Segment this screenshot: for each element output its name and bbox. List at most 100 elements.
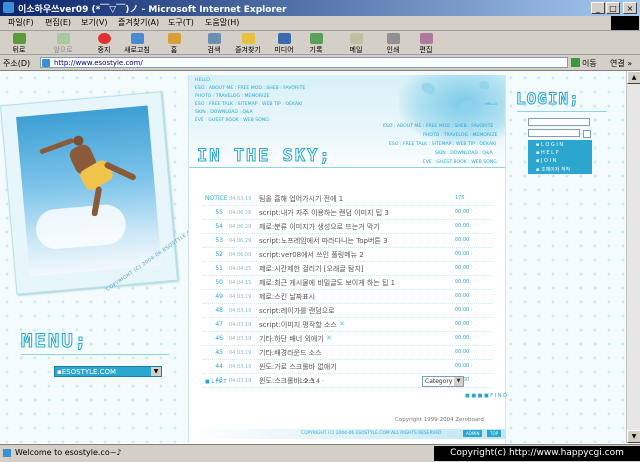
row-number: 46 [215,335,223,342]
search-button[interactable]: 검색 [204,33,224,54]
table-row[interactable]: 44 04.03.19 윈도:가로 스크롤바 없애기 00.00 [203,361,493,374]
remember-checkbox[interactable] [583,130,591,138]
nav-link-row[interactable]: EVE : GUEST BOOK : WEB SONG [195,118,269,123]
table-row[interactable]: 55 04.06.26 script:내가 자주 이용하는 랜덤 이미지 팁 3 00… [203,207,493,220]
media-button[interactable]: 미디어 [272,33,296,54]
table-row[interactable]: 52 04.06.09 script:ver08에서 쓰인 풀링메뉴 2 00.00 [203,249,493,262]
username-input[interactable] [528,118,590,126]
table-row[interactable]: 50 04.04.15 제로:최근 게시물에 비밀글도 보이게 하는 팁 1 00.0… [203,277,493,290]
mail-button[interactable]: 메일 [346,33,366,54]
nav-link-row[interactable]: ESO : FREE TALK : SITEMAP : WEB TIP : OE… [195,102,302,107]
row-subject[interactable]: 윈도:가로 스크롤바 없애기 [259,362,337,372]
table-row[interactable]: 45 04.03.19 기타:배경라운드 소스 00.00 [203,347,493,360]
go-button[interactable]: 이동 [582,58,597,69]
nav-link-row[interactable]: EVE : GUEST BOOK : WEB SONG [423,160,497,165]
row-hits: 00.00 [455,223,470,229]
nav-link-row[interactable]: ESO : FREE TALK : SITEMAP : WEB TIP : OE… [389,142,496,147]
menu-file[interactable]: 파일(F) [8,17,34,28]
table-row[interactable]: 51 04.04.25 제로:시간제한 걸리기 [오래글 탐지] 00.00 [203,263,493,276]
table-row[interactable]: 53 04.06.29 script:노프레임에서 따라다니는 Top버튼 3 00.… [203,235,493,248]
row-subject[interactable]: 제로:시간제한 걸리기 [오래글 탐지] [259,264,364,274]
mail-icon [349,33,363,44]
row-number: 53 [215,237,223,244]
row-hits: 00.00 [455,237,470,243]
help-link[interactable]: ▪ H E L P [536,150,558,156]
hello-small: HELLO [485,101,498,106]
row-subject[interactable]: 기타:배경라운드 소스 [259,348,322,358]
pagination[interactable]: 1 2 3 4 · [299,378,324,385]
scroll-down-icon[interactable]: ▼ [627,430,640,443]
join-link[interactable]: ▪ J O I N [536,158,556,164]
nav-hello[interactable]: HELLO [195,78,210,83]
row-date: 04.06.09 [229,252,252,258]
menu-view[interactable]: 보기(V) [81,17,107,28]
password-input[interactable] [528,129,580,137]
row-subject[interactable]: script:이미지 평작할 소스 [259,320,337,330]
site-logo[interactable]: IN THE SKY; [197,146,332,167]
row-subject[interactable]: script:내가 자주 이용하는 랜덤 이미지 팁 3 [259,208,389,218]
login-link[interactable]: ▪ L O G I N [536,142,563,148]
row-hits: 00.00 [455,293,470,299]
row-subject[interactable]: 제로:스킨 날짜표시 [259,292,315,302]
home-button[interactable]: 홈 [166,33,182,54]
site-menu-select[interactable]: ▪ESOSTYLE.COM ▼ [54,366,162,377]
maximize-button[interactable]: □ [606,2,620,14]
menu-favorites[interactable]: 즐겨찾기(A) [118,17,159,28]
refresh-button[interactable]: 새로고침 [120,33,154,54]
table-row[interactable]: 48 04.03.19 script:레이가를 랜덤으로 00.00 [203,305,493,318]
find-link[interactable]: ■ ■ ■ ■ F I N D [465,393,507,399]
history-button[interactable]: 기록 [307,33,325,54]
vertical-scrollbar[interactable]: ▲ ▼ [626,71,640,443]
edit-button[interactable]: 편집 [417,33,435,54]
category-select[interactable]: Category ▼ [422,376,464,387]
row-number: 47 [215,321,223,328]
list-link[interactable]: ■ L I S T [205,379,227,385]
nav-link-row[interactable]: SKIN : DOWNLOAD : Q&A [195,110,253,115]
row-number: 49 [215,293,223,300]
scroll-up-icon[interactable]: ▲ [627,71,640,84]
table-row[interactable]: 54 04.06.29 제로:분류 이미지가 생성으로 뜨는거 막기 00.00 [203,221,493,234]
nav-link-row[interactable]: PHOTO : TRAVELOG : MEMORIZE [195,94,270,99]
attachment-icon: ✕ [326,334,332,342]
attachment-icon: ✕ [339,320,345,328]
row-subject[interactable]: script:ver08에서 쓰인 풀링메뉴 2 [259,250,364,260]
status-text: Welcome to esostyle.co~♪ [15,448,122,457]
row-hits: 00.00 [455,279,470,285]
row-hits: 175 [455,195,465,201]
row-subject[interactable]: script:레이가를 랜덤으로 [259,306,335,316]
stop-button[interactable]: 중지 [94,33,114,54]
ie-icon [3,2,14,13]
top-button[interactable]: TOP [487,430,502,437]
address-input[interactable]: http://www.esostyle.com/ [40,57,568,68]
links-button[interactable]: 연결 » [610,58,632,69]
close-button[interactable]: × [623,2,637,14]
nav-link-row[interactable]: ESO : ABOUT ME : FREE MOD : SHEB : FAVOR… [195,86,305,91]
extra-link[interactable]: ▪ 조체이저 적작 [536,166,570,173]
forward-button[interactable]: 앞으로 [48,33,78,54]
table-row[interactable]: 46 04.03.19 기타:하단 배너 외에기 ✕ 00.00 [203,333,493,346]
back-button[interactable]: 뒤로 [6,33,32,54]
row-number: 51 [215,265,223,272]
main-content: HELLO ESO : ABOUT ME : FREE MOD : SHEB :… [188,75,507,443]
menu-help[interactable]: 도움말(H) [205,17,239,28]
row-hits: 00.00 [455,209,470,215]
row-date: 04.03.19 [229,364,252,370]
row-subject[interactable]: 제로:최근 게시물에 비밀글도 보이게 하는 팁 1 [259,278,395,288]
print-button[interactable]: 인쇄 [384,33,402,54]
admin-button[interactable]: ADMIN [463,430,483,437]
table-row[interactable]: NOTICE 04.03.19 팀을 흡해 업어가시기 전에 1 175 [203,193,493,206]
menu-tools[interactable]: 도구(T) [168,17,194,28]
row-subject[interactable]: 팀을 흡해 업어가시기 전에 1 [259,194,343,204]
row-subject[interactable]: script:노프레임에서 따라다니는 Top버튼 3 [259,236,388,246]
row-subject[interactable]: 제로:분류 이미지가 생성으로 뜨는거 막기 [259,222,380,232]
nav-link-row[interactable]: SKIN : DOWNLOAD : Q&A [435,151,493,156]
favorites-button[interactable]: 즐겨찾기 [232,33,264,54]
table-row[interactable]: 49 04.03.19 제로:스킨 날짜표시 00.00 [203,291,493,304]
minimize-button[interactable]: _ [591,2,605,14]
table-row[interactable]: 47 04.03.19 script:이미지 평작할 소스 ✕ 00.00 [203,319,493,332]
media-icon [277,33,291,44]
menu-edit[interactable]: 편집(E) [45,17,71,28]
nav-link-row[interactable]: PHOTO : TRAVELOG : MEMORIZE [423,133,498,138]
nav-link-row[interactable]: ESO : ABOUT ME : FREE MOD : SHEB : FAVOR… [383,124,493,129]
row-subject[interactable]: 기타:하단 배너 외에기 [259,334,324,344]
